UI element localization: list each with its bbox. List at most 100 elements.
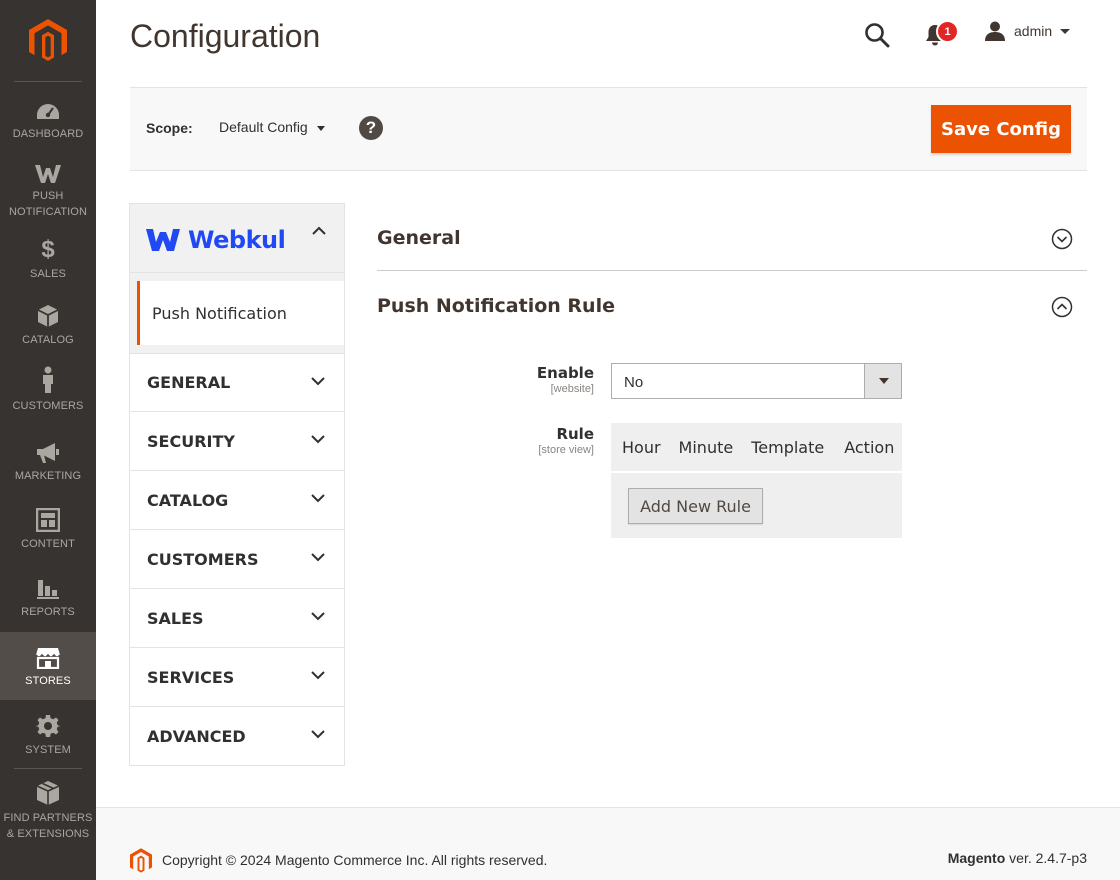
tab-label: SERVICES xyxy=(147,667,235,687)
tab-label: GENERAL xyxy=(147,373,231,392)
field-scope: [website] xyxy=(550,383,594,395)
column-header-template: Template xyxy=(751,437,825,457)
nav-catalog[interactable]: CATALOG xyxy=(0,302,96,350)
section-title: General xyxy=(377,227,461,249)
page-footer: Copyright © 2024 Magento Commerce Inc. A… xyxy=(96,807,1120,880)
store-icon xyxy=(35,643,61,669)
chevron-down-icon xyxy=(316,125,325,131)
nav-label: CONTENT xyxy=(21,538,75,550)
section-rule-header[interactable]: Push Notification Rule xyxy=(377,272,1087,338)
chevron-down-icon xyxy=(311,435,325,444)
tab-advanced[interactable]: ADVANCED xyxy=(129,707,345,766)
nav-label: REPORTS xyxy=(21,606,75,618)
nav-dashboard[interactable]: DASHBOARD xyxy=(0,96,96,146)
tab-push-notification[interactable]: Push Notification xyxy=(137,281,344,345)
tab-label: SECURITY xyxy=(147,431,235,451)
bar-chart-icon xyxy=(36,574,60,600)
magento-logo-icon[interactable] xyxy=(130,848,152,874)
admin-user-menu[interactable]: admin xyxy=(984,21,1071,41)
column-header-hour: Hour xyxy=(622,437,661,457)
dashboard-icon xyxy=(36,96,60,122)
sidebar-divider xyxy=(14,768,82,769)
chevron-down-icon xyxy=(311,377,325,386)
scope-switcher[interactable]: Default Config xyxy=(219,119,325,135)
copyright-text: Copyright © 2024 Magento Commerce Inc. A… xyxy=(162,852,548,868)
chevron-down-icon xyxy=(1060,28,1071,34)
tab-label: CUSTOMERS xyxy=(147,549,259,569)
chevron-down-icon xyxy=(311,730,325,739)
magento-brand: Magento xyxy=(947,850,1006,866)
circle-chevron-down-icon xyxy=(1051,228,1073,250)
webkul-logo: Webkul xyxy=(146,226,286,254)
person-icon xyxy=(41,366,55,394)
version-number: ver. 2.4.7-p3 xyxy=(1005,850,1087,866)
webkul-w-icon xyxy=(34,162,62,184)
chevron-down-icon xyxy=(311,553,325,562)
nav-system[interactable]: SYSTEM xyxy=(0,712,96,758)
add-new-rule-button[interactable]: Add New Rule xyxy=(628,488,763,524)
megaphone-icon xyxy=(36,438,60,464)
tab-security[interactable]: SECURITY xyxy=(129,412,345,471)
scope-bar: Scope: Default Config ? Save Config xyxy=(130,87,1087,171)
chevron-down-icon xyxy=(311,494,325,503)
magento-logo[interactable] xyxy=(0,0,96,82)
enable-value: No xyxy=(624,374,644,391)
nav-customers[interactable]: CUSTOMERS xyxy=(0,366,96,418)
tab-group-webkul[interactable]: Webkul xyxy=(129,203,345,273)
tab-customers[interactable]: CUSTOMERS xyxy=(129,530,345,589)
column-header-action: Action xyxy=(844,437,895,457)
chevron-up-icon xyxy=(312,226,326,235)
nav-label: CATALOG xyxy=(22,334,74,346)
nav-label: CUSTOMERS xyxy=(12,400,84,412)
rule-table-header: Hour Minute Template Action xyxy=(611,423,902,473)
tab-label: ADVANCED xyxy=(147,726,246,746)
tab-catalog[interactable]: CATALOG xyxy=(129,471,345,530)
tab-general[interactable]: GENERAL xyxy=(129,353,345,412)
tab-services[interactable]: SERVICES xyxy=(129,648,345,707)
nav-label: SALES xyxy=(30,268,66,280)
magento-version: Magento ver. 2.4.7-p3 xyxy=(948,850,1087,866)
nav-sales[interactable]: $ SALES xyxy=(0,236,96,282)
nav-label: SYSTEM xyxy=(25,744,71,756)
webkul-w-icon xyxy=(146,229,180,251)
save-config-button[interactable]: Save Config xyxy=(931,105,1071,153)
section-general-header[interactable]: General xyxy=(377,204,1087,270)
nav-label: FIND PARTNERS & EXTENSIONS xyxy=(3,812,93,840)
section-divider xyxy=(377,270,1087,271)
tab-label: CATALOG xyxy=(147,490,229,510)
box-icon xyxy=(37,302,59,328)
chevron-down-icon xyxy=(311,671,325,680)
global-search-button[interactable] xyxy=(864,22,890,53)
enable-field-label: Enable [website] xyxy=(537,364,594,395)
section-title: Push Notification Rule xyxy=(377,295,615,317)
tab-sales[interactable]: SALES xyxy=(129,589,345,648)
scope-label: Scope: xyxy=(146,120,193,136)
search-icon xyxy=(865,23,890,48)
rule-field-label: Rule [store view] xyxy=(538,425,594,456)
rule-table: Hour Minute Template Action Add New Rule xyxy=(611,423,902,538)
nav-marketing[interactable]: MARKETING xyxy=(0,438,96,486)
magento-logo-icon xyxy=(29,19,67,61)
chevron-down-icon xyxy=(864,364,901,398)
nav-label: STORES xyxy=(25,675,71,687)
extensions-icon xyxy=(35,780,61,806)
nav-stores[interactable]: STORES xyxy=(0,632,96,700)
nav-push-notification[interactable]: PUSH NOTIFICATION xyxy=(0,162,96,220)
nav-reports[interactable]: REPORTS xyxy=(0,574,96,622)
nav-label: DASHBOARD xyxy=(12,128,84,140)
circle-chevron-up-icon xyxy=(1051,296,1073,318)
field-scope: [store view] xyxy=(538,444,594,456)
nav-find-partners[interactable]: FIND PARTNERS & EXTENSIONS xyxy=(0,780,96,840)
dollar-icon: $ xyxy=(41,236,55,263)
admin-sidebar: DASHBOARD PUSH NOTIFICATION $ SALES CATA… xyxy=(0,0,96,880)
chevron-down-icon xyxy=(311,612,325,621)
nav-content[interactable]: CONTENT xyxy=(0,506,96,554)
notification-count-badge[interactable]: 1 xyxy=(936,20,959,43)
webkul-logo-text: Webkul xyxy=(188,226,286,254)
enable-select[interactable]: No xyxy=(611,363,902,399)
gear-icon xyxy=(36,712,60,738)
scope-help-icon[interactable]: ? xyxy=(359,116,383,140)
user-icon xyxy=(985,21,1005,41)
content-icon xyxy=(36,506,60,532)
field-label-text: Rule xyxy=(556,425,594,443)
